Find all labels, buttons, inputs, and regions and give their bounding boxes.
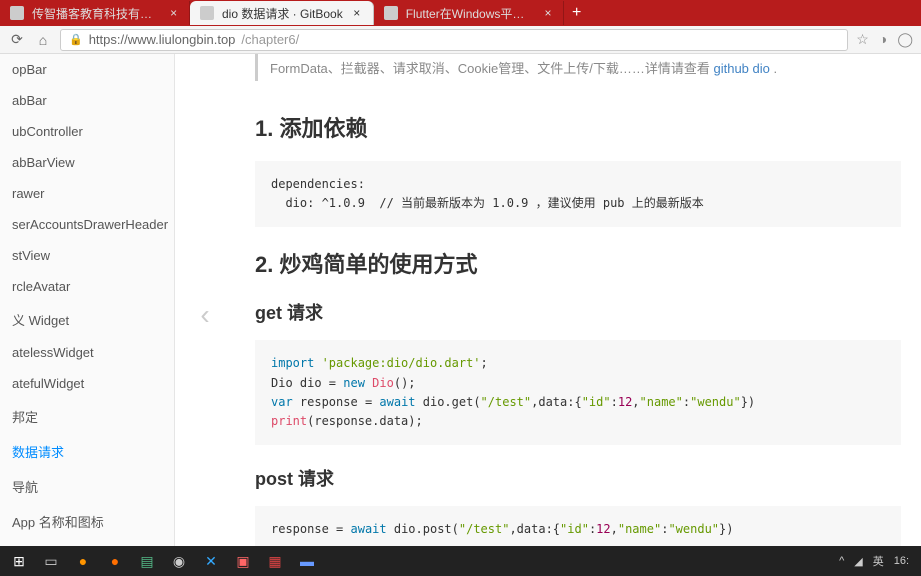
close-icon[interactable]: ×	[351, 7, 363, 19]
task-media-icon[interactable]: ▣	[228, 548, 258, 574]
vpn-icon[interactable]: ◑	[879, 31, 887, 48]
windows-taskbar: ⊞ ▭ ● ● ▤ ◉ ✕ ▣ ▦ ▬ ^ ◢ 英 16:	[0, 546, 921, 576]
reload-button[interactable]: ⟳	[8, 31, 26, 49]
sidebar-item[interactable]: abBarView	[0, 147, 174, 178]
profile-icon[interactable]: ◯	[897, 31, 913, 48]
close-icon[interactable]: ×	[168, 7, 179, 19]
browser-toolbar: ⟳ ⌂ 🔒 https://www.liulongbin.top/chapter…	[0, 26, 921, 54]
clock[interactable]: 16:	[894, 555, 909, 567]
lock-icon: 🔒	[69, 33, 83, 46]
tab-title: Flutter在Windows平台下的安装	[406, 5, 536, 22]
close-icon[interactable]: ×	[543, 7, 552, 19]
heading-add-dep: 1. 添加依赖	[255, 111, 901, 143]
browser-tab-bar: 传智播客教育科技有限公司 × dio 数据请求 · GitBook × Flut…	[0, 0, 921, 26]
main-layout: opBarabBarubControllerabBarViewrawerserA…	[0, 54, 921, 576]
favicon-icon	[384, 6, 398, 20]
url-field[interactable]: 🔒 https://www.liulongbin.top/chapter6/	[60, 29, 848, 51]
browser-tab[interactable]: 传智播客教育科技有限公司 ×	[0, 1, 190, 25]
sidebar-item[interactable]: ubController	[0, 116, 174, 147]
intro-text: FormData、拦截器、请求取消、Cookie管理、文件上传/下载……详情请查…	[270, 61, 713, 76]
chevron-up-icon[interactable]: ^	[839, 555, 844, 567]
prev-page-button[interactable]: ‹	[175, 54, 235, 576]
sidebar-item[interactable]: abBar	[0, 85, 174, 116]
code-dependencies: dependencies: dio: ^1.0.9 // 当前最新版本为 1.0…	[255, 161, 901, 227]
task-terminal-icon[interactable]: ▬	[292, 548, 322, 574]
task-app-icon[interactable]: ▦	[260, 548, 290, 574]
heading-usage: 2. 炒鸡简单的使用方式	[255, 247, 901, 279]
task-firefox-icon[interactable]: ●	[68, 548, 98, 574]
sidebar-item[interactable]: 邦定	[0, 399, 174, 434]
sidebar-item[interactable]: serAccountsDrawerHeader	[0, 209, 174, 240]
browser-tab-active[interactable]: dio 数据请求 · GitBook ×	[190, 1, 374, 25]
sidebar-item[interactable]: 义 Widget	[0, 302, 174, 337]
github-link[interactable]: github dio	[713, 61, 769, 76]
task-chrome-icon[interactable]: ◉	[164, 548, 194, 574]
heading-get: get 请求	[255, 299, 901, 325]
task-vscode-icon[interactable]: ✕	[196, 548, 226, 574]
intro-quote: FormData、拦截器、请求取消、Cookie管理、文件上传/下载……详情请查…	[255, 54, 901, 81]
sidebar-item[interactable]: atelessWidget	[0, 337, 174, 368]
article-content: FormData、拦截器、请求取消、Cookie管理、文件上传/下载……详情请查…	[235, 54, 921, 576]
sidebar-item[interactable]: atefulWidget	[0, 368, 174, 399]
star-icon[interactable]: ☆	[856, 31, 869, 48]
start-button[interactable]: ⊞	[4, 548, 34, 574]
favicon-icon	[10, 6, 24, 20]
ime-indicator[interactable]: 英	[873, 553, 884, 569]
sidebar-item[interactable]: opBar	[0, 54, 174, 85]
url-host: https://www.liulongbin.top	[89, 32, 236, 47]
toolbar-right: ☆ ◑ ◯	[856, 31, 913, 48]
task-explorer-icon[interactable]: ▭	[36, 548, 66, 574]
sidebar-item[interactable]: App 名称和图标	[0, 504, 174, 539]
task-notepad-icon[interactable]: ▤	[132, 548, 162, 574]
code-get: import 'package:dio/dio.dart'; Dio dio =…	[255, 340, 901, 445]
favicon-icon	[200, 6, 214, 20]
sidebar-item[interactable]: rcleAvatar	[0, 271, 174, 302]
heading-post: post 请求	[255, 465, 901, 491]
url-path: /chapter6/	[241, 32, 299, 47]
system-tray[interactable]: ^ ◢ 英 16:	[839, 553, 917, 569]
sidebar-item[interactable]: stView	[0, 240, 174, 271]
sidebar-item[interactable]: 数据请求	[0, 434, 174, 469]
content-wrapper: ‹ FormData、拦截器、请求取消、Cookie管理、文件上传/下载……详情…	[175, 54, 921, 576]
tab-title: dio 数据请求 · GitBook	[222, 5, 343, 22]
wifi-icon[interactable]: ◢	[854, 555, 862, 568]
tab-title: 传智播客教育科技有限公司	[32, 5, 160, 22]
task-firefox2-icon[interactable]: ●	[100, 548, 130, 574]
sidebar: opBarabBarubControllerabBarViewrawerserA…	[0, 54, 175, 576]
home-button[interactable]: ⌂	[34, 31, 52, 49]
sidebar-item[interactable]: rawer	[0, 178, 174, 209]
sidebar-item[interactable]: 导航	[0, 469, 174, 504]
browser-tab[interactable]: Flutter在Windows平台下的安装 ×	[374, 1, 564, 25]
new-tab-button[interactable]: +	[564, 3, 590, 23]
